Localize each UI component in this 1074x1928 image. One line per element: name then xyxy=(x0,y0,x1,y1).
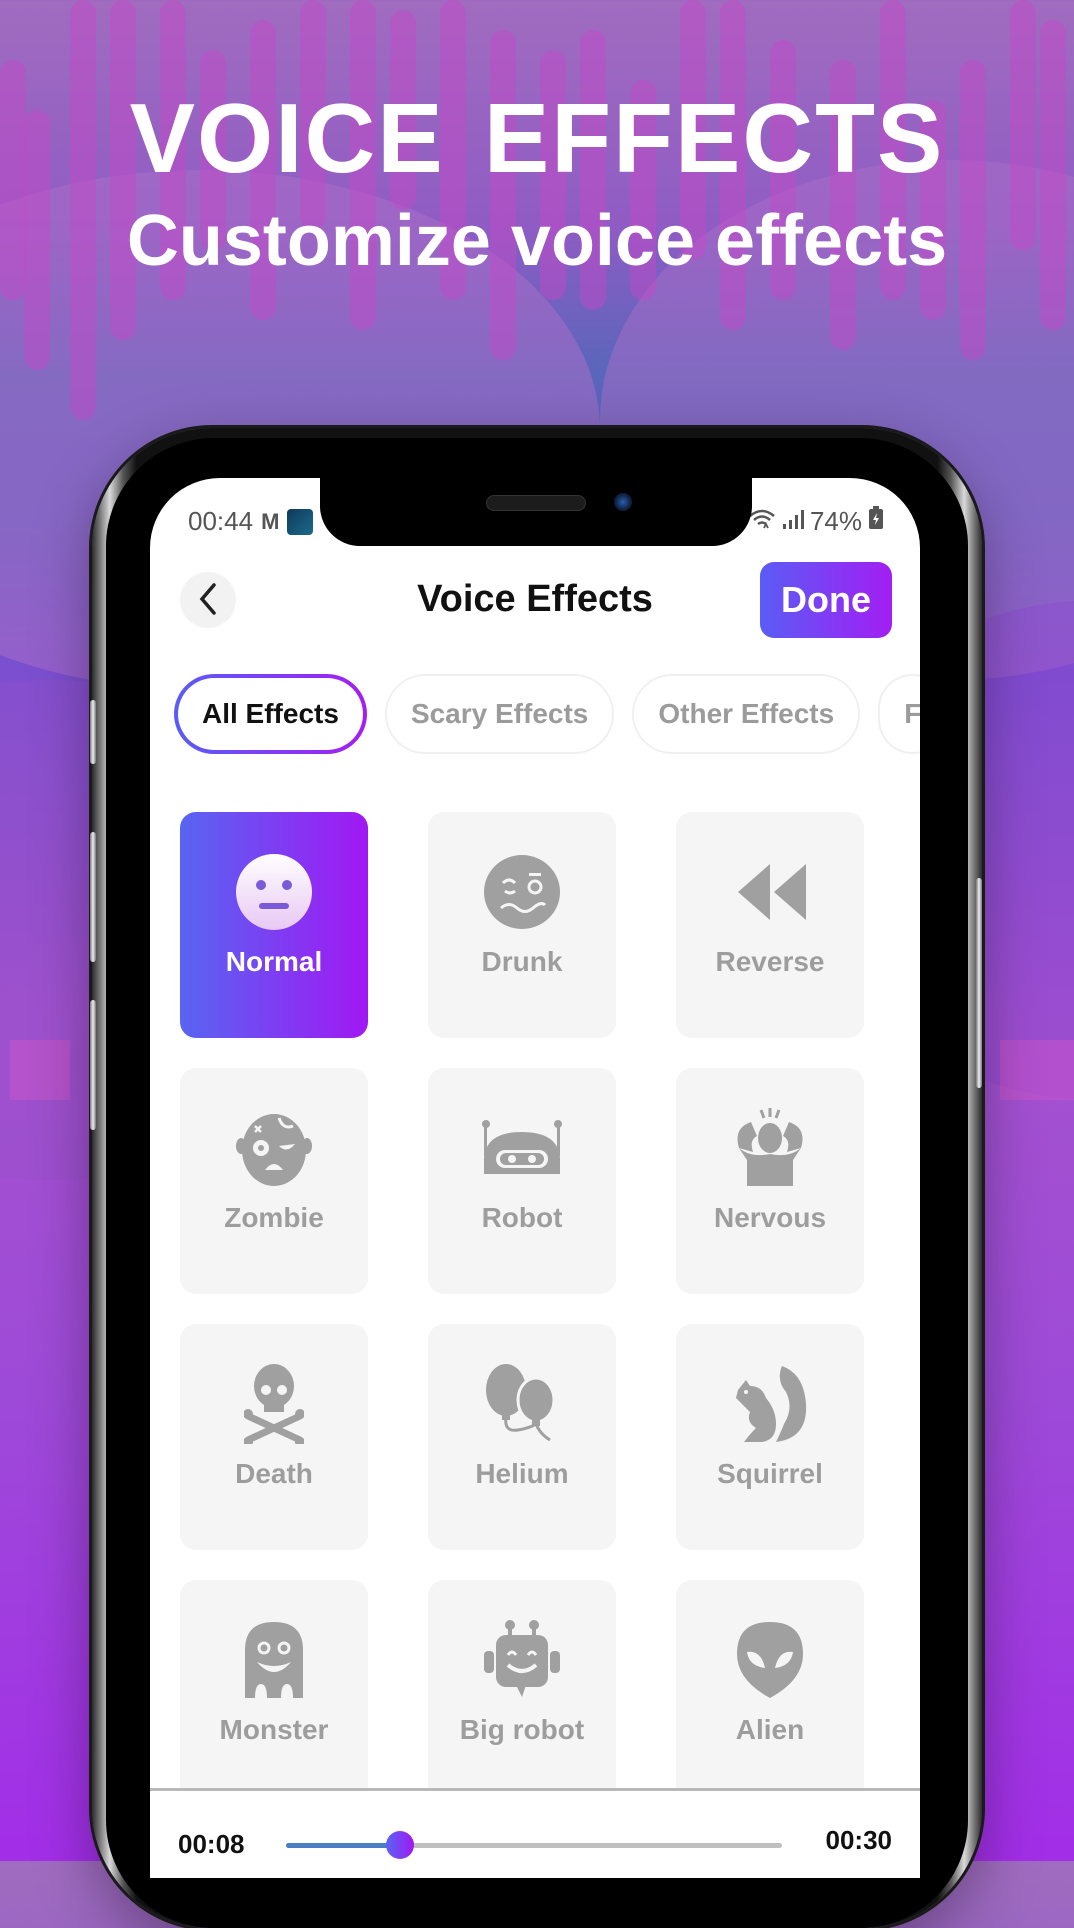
phone-side-button xyxy=(976,878,982,1088)
total-time: 00:30 xyxy=(825,1825,893,1855)
effect-card-helium[interactable]: Helium xyxy=(428,1324,616,1550)
effect-label: Squirrel xyxy=(717,1458,823,1489)
robot-icon xyxy=(482,1108,562,1188)
effect-card-reverse[interactable]: Reverse xyxy=(676,812,864,1038)
effect-label: Alien xyxy=(735,1714,805,1745)
app-screen: 00:44 M 74% Voice Effects Done All Effec… xyxy=(150,478,920,1878)
effect-card-monster[interactable]: Monster xyxy=(180,1580,368,1806)
effect-label: Zombie xyxy=(224,1202,324,1233)
woozy-face-icon xyxy=(482,852,562,932)
phone-side-button xyxy=(90,1000,96,1130)
gmail-icon: M xyxy=(261,508,280,534)
status-bar-left: 00:44 M xyxy=(188,506,314,537)
signal-icon xyxy=(782,506,804,537)
effect-category-tabs: All Effects Scary Effects Other Effects … xyxy=(174,674,920,754)
squirrel-icon xyxy=(730,1364,810,1444)
tab-scary-effects[interactable]: Scary Effects xyxy=(384,674,615,754)
background-bar xyxy=(490,30,516,360)
tab-other-effects[interactable]: Other Effects xyxy=(632,674,861,754)
hero-subtitle: Customize voice effects xyxy=(126,201,948,281)
effect-label: Helium xyxy=(475,1458,569,1489)
effects-grid: Normal Drunk Reverse Zombie Robot Nervou… xyxy=(180,812,864,1806)
effect-label: Nervous xyxy=(713,1202,827,1233)
battery-percentage: 74% xyxy=(809,506,862,536)
current-time: 00:08 xyxy=(178,1829,245,1859)
effect-card-zombie[interactable]: Zombie xyxy=(180,1068,368,1294)
status-time: 00:44 xyxy=(188,506,254,536)
audio-player: 00:08 00:30 xyxy=(150,1788,920,1878)
phone-speaker xyxy=(486,495,586,511)
effect-card-robot[interactable]: Robot xyxy=(428,1068,616,1294)
effect-label: Drunk xyxy=(481,946,563,977)
big-robot-icon xyxy=(482,1620,562,1700)
done-button[interactable]: Done xyxy=(760,562,892,638)
effect-card-nervous[interactable]: Nervous xyxy=(676,1068,864,1294)
effect-label: Monster xyxy=(219,1714,329,1745)
front-camera xyxy=(614,493,632,511)
effect-label: Big robot xyxy=(459,1714,585,1745)
effect-label: Reverse xyxy=(715,946,825,977)
playback-slider[interactable] xyxy=(286,1831,782,1859)
battery-charging-icon xyxy=(868,506,884,537)
phone-notch xyxy=(320,478,752,546)
hero-title: VOICE EFFECTS xyxy=(129,83,945,193)
status-bar-right: 74% xyxy=(748,506,884,537)
effect-card-normal[interactable]: Normal xyxy=(180,812,368,1038)
app-thumbnail-icon xyxy=(287,508,314,535)
wifi-icon xyxy=(748,506,776,537)
effect-label: Death xyxy=(235,1458,313,1489)
background-bar xyxy=(10,1040,70,1100)
effect-card-big-robot[interactable]: Big robot xyxy=(428,1580,616,1806)
tab-all-effects[interactable]: All Effects xyxy=(174,674,367,754)
effect-label: Normal xyxy=(225,946,323,977)
effect-card-death[interactable]: Death xyxy=(180,1324,368,1550)
phone-side-button xyxy=(90,700,96,764)
alien-icon xyxy=(730,1620,810,1700)
effect-card-drunk[interactable]: Drunk xyxy=(428,812,616,1038)
effect-card-squirrel[interactable]: Squirrel xyxy=(676,1324,864,1550)
nervous-person-icon xyxy=(730,1108,810,1188)
ghost-monster-icon xyxy=(234,1620,314,1700)
balloons-icon xyxy=(482,1364,562,1444)
zombie-icon xyxy=(234,1108,314,1188)
background-bar xyxy=(1000,1040,1074,1100)
effect-card-alien[interactable]: Alien xyxy=(676,1580,864,1806)
skull-crossbones-icon xyxy=(234,1364,314,1444)
playback-slider-thumb[interactable] xyxy=(386,1831,415,1859)
rewind-icon xyxy=(730,852,810,932)
phone-side-button xyxy=(90,832,96,962)
effect-label: Robot xyxy=(481,1202,563,1233)
tab-more-effects[interactable]: F xyxy=(878,674,920,754)
neutral-face-icon xyxy=(234,852,314,932)
playback-progress xyxy=(286,1843,401,1848)
